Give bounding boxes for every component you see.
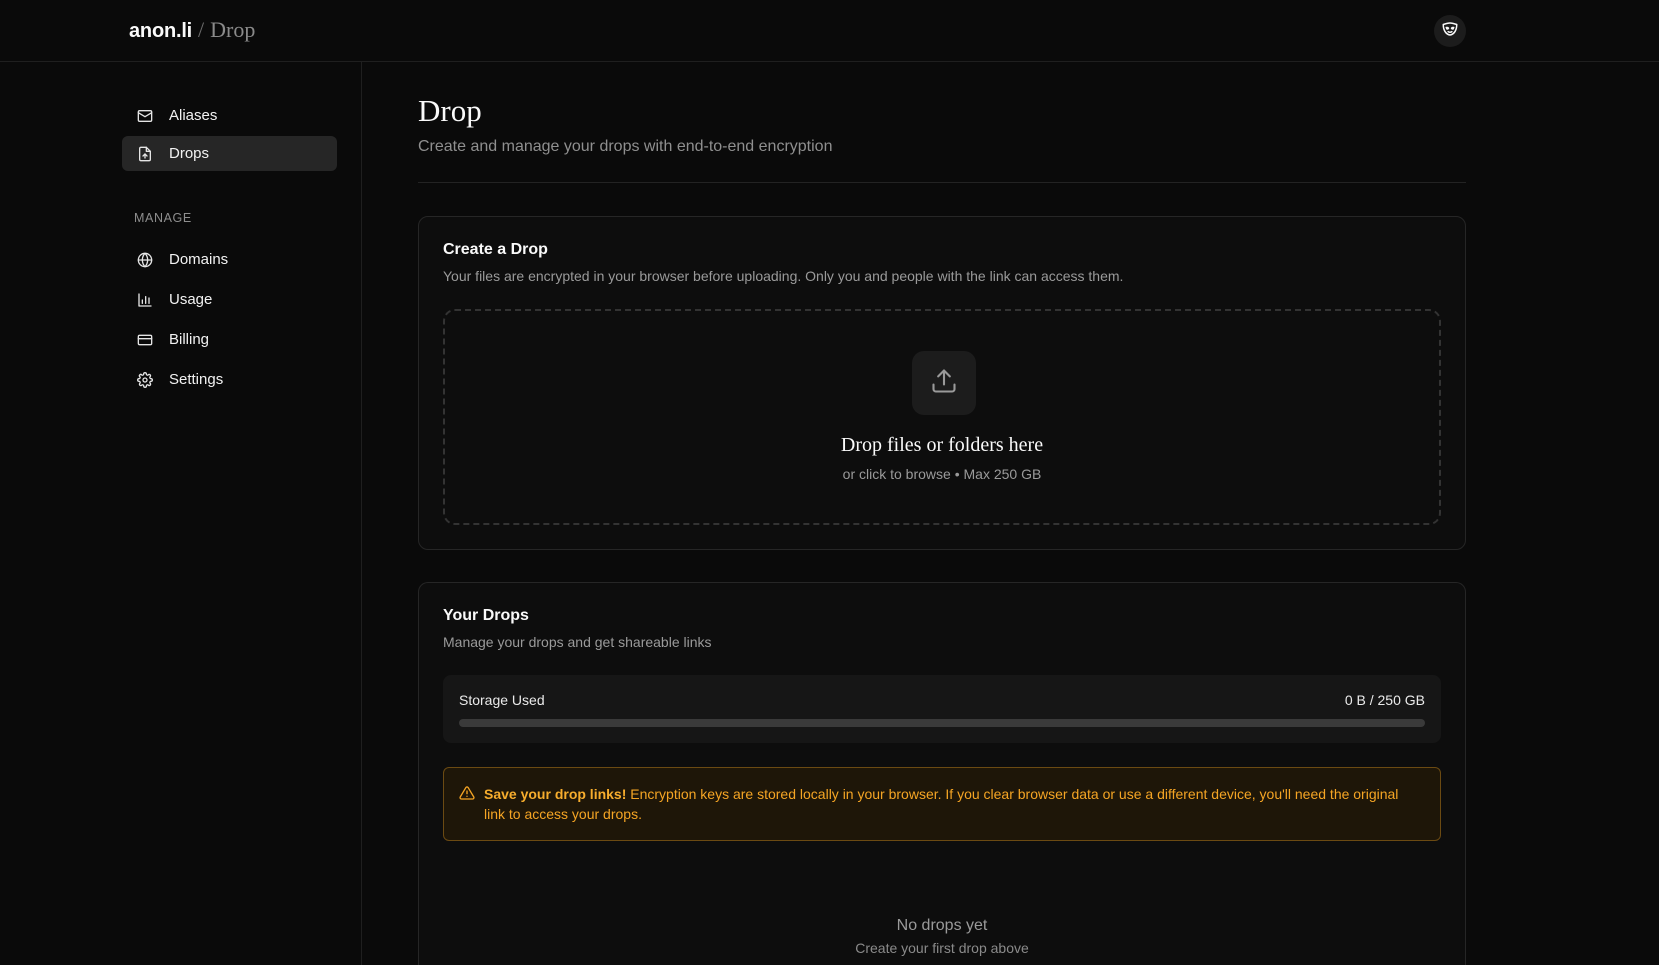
upload-icon-box (912, 351, 976, 415)
top-bar: anon.li / Drop (0, 0, 1659, 62)
sidebar-item-label: Drops (169, 145, 210, 162)
dropzone-title: Drop files or folders here (840, 434, 1044, 456)
storage-label: Storage Used (459, 692, 545, 708)
warning-text: Save your drop links! Encryption keys ar… (484, 784, 1414, 824)
brand-separator: / (198, 17, 205, 42)
credit-card-icon (136, 331, 153, 348)
storage-progress-bar (459, 719, 1425, 727)
sidebar-item-label: Usage (169, 291, 213, 308)
sidebar-item-aliases[interactable]: Aliases (122, 98, 337, 133)
card-description: Manage your drops and get shareable link… (443, 634, 712, 650)
sidebar-item-label: Settings (169, 371, 224, 388)
empty-state-subtitle: Create your first drop above (855, 940, 1029, 956)
storage-usage: Storage Used 0 B / 250 GB (443, 675, 1441, 743)
warning-icon (459, 785, 475, 806)
create-drop-card: Create a Drop Your files are encrypted i… (418, 216, 1466, 550)
card-title: Your Drops (443, 607, 529, 624)
sidebar: Aliases Drops MANAGE Domains Usage Billi… (0, 62, 362, 965)
brand[interactable]: anon.li / Drop (129, 17, 255, 43)
upload-icon (930, 367, 958, 400)
avatar[interactable] (1434, 15, 1466, 47)
file-upload-icon (136, 145, 153, 162)
warning-banner: Save your drop links! Encryption keys ar… (443, 767, 1441, 841)
sidebar-item-label: Billing (169, 331, 210, 348)
storage-value: 0 B / 250 GB (1344, 692, 1425, 708)
gear-icon (136, 371, 153, 388)
brand-page: Drop (210, 17, 256, 42)
card-title: Create a Drop (443, 241, 548, 258)
dropzone-subtitle: or click to browse • Max 250 GB (842, 466, 1042, 482)
bar-chart-icon (136, 291, 153, 308)
empty-state-title: No drops yet (896, 917, 988, 934)
file-dropzone[interactable]: Drop files or folders here or click to b… (443, 309, 1441, 525)
section-label-manage: MANAGE (134, 211, 192, 225)
sidebar-item-usage[interactable]: Usage (122, 282, 337, 317)
brand-name[interactable]: anon.li (129, 20, 192, 43)
mask-icon (1441, 20, 1459, 43)
sidebar-item-drops[interactable]: Drops (122, 136, 337, 171)
divider (418, 182, 1466, 183)
globe-icon (136, 251, 153, 268)
sidebar-item-billing[interactable]: Billing (122, 322, 337, 357)
mail-icon (136, 107, 153, 124)
page-subtitle: Create and manage your drops with end-to… (418, 138, 833, 155)
card-description: Your files are encrypted in your browser… (443, 268, 1124, 284)
sidebar-item-label: Aliases (169, 107, 218, 124)
sidebar-item-settings[interactable]: Settings (122, 362, 337, 397)
page-title: Drop (418, 93, 482, 128)
warning-bold: Save your drop links! (484, 786, 627, 802)
sidebar-item-domains[interactable]: Domains (122, 242, 337, 277)
sidebar-item-label: Domains (169, 251, 229, 268)
your-drops-card: Your Drops Manage your drops and get sha… (418, 582, 1466, 965)
